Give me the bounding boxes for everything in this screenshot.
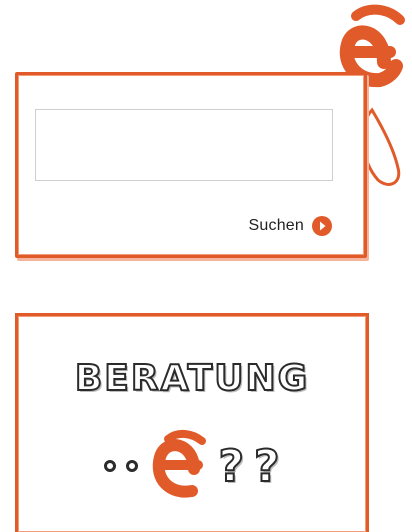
- beratung-title: BERATUNG: [74, 357, 310, 400]
- question-mark: ?: [217, 440, 244, 493]
- search-button-label: Suchen: [248, 217, 304, 234]
- search-input[interactable]: [35, 109, 333, 181]
- question-mark: ?: [253, 440, 280, 493]
- beratung-decoration: ? ?: [18, 426, 366, 506]
- dot-icon: [126, 460, 139, 472]
- search-button[interactable]: Suchen: [249, 216, 332, 236]
- beratung-teaser[interactable]: BERATUNG ? ?: [15, 313, 369, 532]
- dot-icon: [104, 460, 117, 472]
- arrow-right-circle-icon: [312, 216, 332, 236]
- search-box: Suchen: [15, 72, 367, 258]
- e-logo-icon: [153, 430, 207, 498]
